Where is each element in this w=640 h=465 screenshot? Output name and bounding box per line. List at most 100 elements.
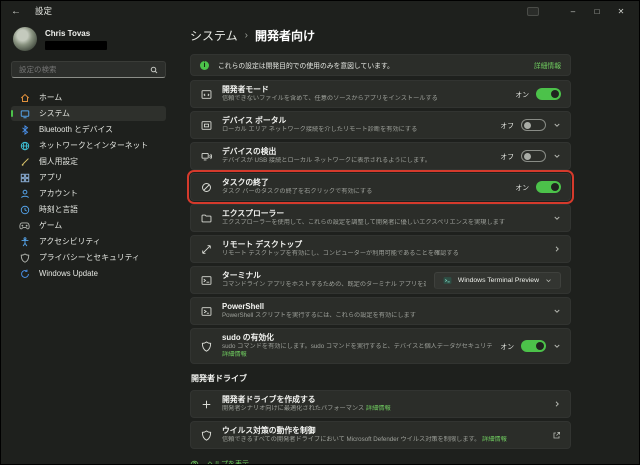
banner-learn-more-link[interactable]: 詳細情報: [534, 60, 561, 70]
row-subtitle: ローカル エリア ネットワーク接続を介したリモート診断を有効にする: [222, 126, 492, 134]
plus-icon: [200, 399, 213, 410]
row-title: ターミナル: [222, 271, 426, 281]
chevron-down-icon[interactable]: [553, 307, 561, 315]
back-button[interactable]: ←: [11, 6, 27, 17]
row-title: デバイスの検出: [222, 147, 492, 157]
row-title: エクスプローラー: [222, 209, 545, 219]
explorer-folder-icon: [200, 213, 213, 224]
sidebar-item-label: Bluetooth とデバイス: [39, 124, 113, 135]
breadcrumb-system[interactable]: システム: [190, 27, 238, 44]
chevron-down-icon[interactable]: [553, 342, 561, 350]
row-device-discovery[interactable]: デバイスの検出 デバイスが USB 接続とローカル ネットワークに表示されるよう…: [190, 142, 571, 170]
settings-window: ← 設定 – □ ✕ Chris Tovas: [0, 0, 640, 465]
system-icon: [19, 109, 30, 119]
sidebar-item-label: ゲーム: [39, 220, 62, 231]
end-task-icon: [200, 182, 213, 193]
chevron-right-icon[interactable]: [553, 400, 561, 408]
sidebar-item-label: Windows Update: [39, 269, 98, 278]
row-sudo[interactable]: sudo の有効化 sudo コマンドを有効にします。sudo コマンドを実行す…: [190, 328, 571, 364]
bluetooth-icon: [19, 125, 30, 135]
accounts-icon: [19, 189, 30, 199]
info-icon: i: [200, 61, 209, 70]
chevron-down-icon[interactable]: [553, 214, 561, 222]
section-title-dev-drive: 開発者ドライブ: [191, 373, 571, 384]
redacted-email: [45, 41, 107, 50]
sidebar-item-bluetooth[interactable]: Bluetooth とデバイス: [11, 122, 166, 137]
user-profile: Chris Tovas: [13, 27, 166, 51]
network-icon: [19, 141, 30, 151]
terminal-app-dropdown[interactable]: Windows Terminal Preview: [434, 272, 561, 289]
device-portal-toggle[interactable]: [521, 119, 546, 131]
home-icon: [19, 93, 30, 103]
gaming-icon: [19, 221, 30, 231]
device-portal-icon: [200, 120, 213, 131]
windows-update-icon: [19, 269, 30, 279]
sidebar-item-network[interactable]: ネットワークとインターネット: [11, 138, 166, 153]
row-device-portal[interactable]: デバイス ポータル ローカル エリア ネットワーク接続を介したリモート診断を有効…: [190, 111, 571, 139]
row-title: sudo の有効化: [222, 333, 492, 343]
sidebar-item-label: プライバシーとセキュリティ: [39, 252, 140, 263]
sudo-toggle[interactable]: [521, 340, 546, 352]
row-title: リモート デスクトップ: [222, 240, 545, 250]
row-subtitle: 開発者シナリオ向けに最適化されたパフォーマンス: [222, 405, 364, 412]
sidebar-item-windows-update[interactable]: Windows Update: [11, 266, 166, 281]
sidebar-item-system[interactable]: システム: [11, 106, 166, 121]
row-developer-mode[interactable]: 開発者モード 信頼できないファイルを含めて、任意のソースからアプリをインストール…: [190, 80, 571, 108]
row-title: ウイルス対策の動作を制御: [222, 426, 544, 436]
device-discovery-icon: [200, 151, 213, 162]
sidebar-item-privacy[interactable]: プライバシーとセキュリティ: [11, 250, 166, 265]
row-create-dev-drive[interactable]: 開発者ドライブを作成する 開発者シナリオ向けに最適化されたパフォーマンス 詳細情…: [190, 390, 571, 418]
row-explorer[interactable]: エクスプローラー エクスプローラーを使用して、これらの設定を調整して開発者に優し…: [190, 204, 571, 232]
sidebar-item-home[interactable]: ホーム: [11, 90, 166, 105]
toggle-state-label: オン: [515, 89, 529, 99]
breadcrumb-separator: ›: [245, 30, 248, 41]
external-link-icon[interactable]: [552, 431, 561, 440]
search-input[interactable]: [12, 65, 150, 74]
device-discovery-toggle[interactable]: [521, 150, 546, 162]
row-antivirus-control[interactable]: ウイルス対策の動作を制御 信頼できるすべての開発者ドライブにおいて Micros…: [190, 421, 571, 449]
minimize-button[interactable]: –: [561, 3, 585, 19]
sidebar-item-apps[interactable]: アプリ: [11, 170, 166, 185]
time-language-icon: [19, 205, 30, 215]
powershell-icon: [200, 306, 213, 317]
sidebar-item-accounts[interactable]: アカウント: [11, 186, 166, 201]
row-remote-desktop[interactable]: リモート デスクトップ リモート デスクトップを有効にし、コンピューターが利用可…: [190, 235, 571, 263]
dev-drive-learn-more-link[interactable]: 詳細情報: [366, 405, 391, 412]
maximize-button[interactable]: □: [585, 3, 609, 19]
developer-mode-toggle[interactable]: [536, 88, 561, 100]
chevron-down-icon[interactable]: [553, 121, 561, 129]
row-subtitle: コマンドライン アプリをホストするための、既定のターミナル アプリを選択します: [222, 281, 426, 289]
search-box[interactable]: [11, 61, 166, 78]
row-powershell[interactable]: PowerShell PowerShell スクリプトを実行するには、これらの設…: [190, 297, 571, 325]
antivirus-learn-more-link[interactable]: 詳細情報: [482, 436, 507, 443]
row-subtitle: 信頼できるすべての開発者ドライブにおいて Microsoft Defender …: [222, 436, 480, 443]
chevron-down-icon[interactable]: [553, 152, 561, 160]
sidebar-item-accessibility[interactable]: アクセシビリティ: [11, 234, 166, 249]
sidebar-item-label: アカウント: [39, 188, 78, 199]
terminal-dropdown-value: Windows Terminal Preview: [458, 277, 539, 284]
main-pane: システム › 開発者向け i これらの設定は開発目的での使用のみを意図しています…: [176, 21, 639, 465]
sidebar-item-label: ネットワークとインターネット: [39, 140, 148, 151]
get-help-link[interactable]: ヘルプを表示: [190, 459, 571, 465]
chevron-right-icon[interactable]: [553, 245, 561, 253]
user-name: Chris Tovas: [45, 29, 107, 38]
toggle-state-label: オン: [515, 182, 529, 192]
developer-mode-icon: [200, 89, 213, 100]
row-subtitle: PowerShell スクリプトを実行するには、これらの設定を有効にします: [222, 312, 545, 320]
end-task-toggle[interactable]: [536, 181, 561, 193]
titlebar-widget-icon[interactable]: [527, 7, 539, 16]
sidebar-item-personalization[interactable]: 個人用設定: [11, 154, 166, 169]
sudo-learn-more-link[interactable]: 詳細情報: [222, 351, 247, 358]
row-title: 開発者ドライブを作成する: [222, 395, 545, 405]
row-subtitle: リモート デスクトップを有効にし、コンピューターが利用可能であることを確認する: [222, 250, 545, 258]
sidebar-item-time-language[interactable]: 時刻と言語: [11, 202, 166, 217]
row-terminal[interactable]: ターミナル コマンドライン アプリをホストするための、既定のターミナル アプリを…: [190, 266, 571, 294]
close-button[interactable]: ✕: [609, 3, 633, 19]
get-help-label: ヘルプを表示: [207, 459, 249, 465]
sidebar-item-gaming[interactable]: ゲーム: [11, 218, 166, 233]
row-subtitle: エクスプローラーを使用して、これらの設定を調整して開発者に優しいエクスペリエンス…: [222, 219, 545, 227]
sidebar-item-label: ホーム: [39, 92, 62, 103]
row-end-task[interactable]: タスクの終了 タスク バーのタスクの終了を右クリックで有効にする オン: [190, 173, 571, 201]
titlebar: ← 設定 – □ ✕: [1, 1, 639, 21]
row-title: タスクの終了: [222, 178, 507, 188]
